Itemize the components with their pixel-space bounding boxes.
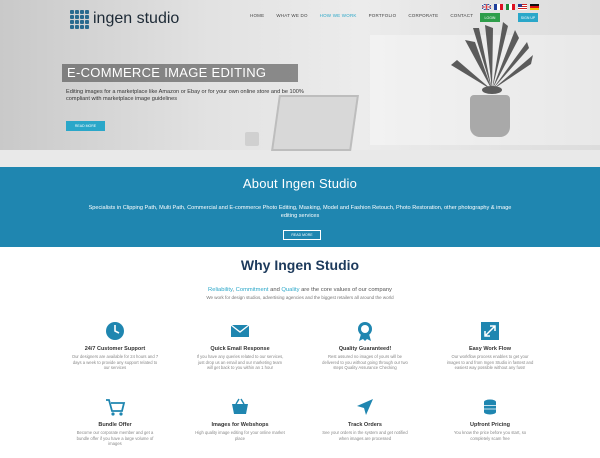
background-mug — [245, 132, 259, 146]
tagline-commitment: Commitment — [235, 287, 269, 293]
feature-title: Easy Work Flow — [468, 346, 512, 352]
tagline-separator-2: and — [268, 287, 282, 293]
feature-title: 24/7 Customer Support — [84, 346, 146, 352]
nav-corporate[interactable]: CORPORATE — [408, 13, 438, 18]
about-section: About Ingen Studio Specialists in Clippi… — [0, 167, 600, 247]
basket-icon — [229, 396, 251, 418]
feature-desc: Become our corporate member and get a bu… — [76, 430, 154, 446]
feature-card: Bundle Offer Become our corporate member… — [70, 396, 160, 447]
why-tagline: Reliability, Commitment and Quality are … — [0, 287, 600, 293]
feature-desc: See your orders in the system and get no… — [322, 430, 408, 441]
about-text: Specialists in Clipping Path, Multi Path… — [88, 205, 512, 219]
uk-flag-icon[interactable] — [482, 4, 491, 10]
feature-card: Quick Email Response If you have any que… — [195, 320, 285, 371]
background-plant — [451, 22, 533, 94]
envelope-icon — [229, 320, 251, 342]
expand-icon — [479, 320, 501, 342]
why-title: Why Ingen Studio — [240, 257, 360, 273]
about-title: About Ingen Studio — [242, 176, 358, 191]
coins-icon — [479, 396, 501, 418]
why-subline: We work for design studios, advertising … — [206, 295, 394, 300]
auth-buttons: LOGIN SIGN UP — [480, 13, 538, 22]
medal-icon — [354, 320, 376, 342]
feature-card: Quality Guaranteed! Rest assured no imag… — [320, 320, 410, 371]
hero-banner: ingen studio HOME WHAT WE DO HOW WE WORK… — [0, 0, 600, 167]
feature-card: Images for Webshops High quality image e… — [195, 396, 285, 441]
signup-button[interactable]: SIGN UP — [518, 13, 538, 22]
login-button[interactable]: LOGIN — [480, 13, 500, 22]
feature-desc: You know the price before you start, so … — [453, 430, 527, 441]
hero-read-more-button[interactable]: READ MORE — [66, 121, 105, 131]
feature-title: Quick Email Response — [210, 346, 270, 352]
brand-name: ingen studio — [93, 10, 180, 27]
clock-icon — [104, 320, 126, 342]
nav-contact[interactable]: CONTACT — [450, 13, 473, 18]
feature-desc: Our workflow process enables to get your… — [446, 354, 534, 370]
feature-title: Upfront Pricing — [469, 422, 511, 428]
hero-title: E-COMMERCE IMAGE EDITING — [62, 64, 298, 82]
tagline-rest: are the core values of our company — [299, 287, 392, 293]
logo-grid-icon — [70, 10, 89, 29]
feature-card: Track Orders See your orders in the syst… — [320, 396, 410, 441]
about-read-more-button[interactable]: READ MORE — [283, 230, 321, 240]
location-arrow-icon — [354, 396, 376, 418]
feature-desc: Rest assured no images of yours will be … — [322, 354, 408, 370]
italy-flag-icon[interactable] — [506, 4, 515, 10]
background-pot — [470, 95, 510, 137]
feature-desc: High quality image editing for your onli… — [195, 430, 285, 441]
feature-desc: If you have any queries related to our s… — [196, 354, 284, 370]
background-laptop — [271, 95, 359, 151]
hero-subtitle: Editing images for a marketplace like Am… — [66, 89, 304, 102]
feature-title: Images for Webshops — [211, 422, 269, 428]
tagline-reliability: Reliability — [208, 287, 233, 293]
feature-desc: Our designers are available for 24 hours… — [71, 354, 159, 370]
nav-home[interactable]: HOME — [250, 13, 264, 18]
feature-title: Quality Guaranteed! — [338, 346, 392, 352]
nav-what-we-do[interactable]: WHAT WE DO — [276, 13, 307, 18]
language-flags — [482, 4, 539, 10]
germany-flag-icon[interactable] — [530, 4, 539, 10]
nav-portfolio[interactable]: PORTFOLIO — [369, 13, 397, 18]
tagline-quality: Quality — [281, 287, 300, 293]
usa-flag-icon[interactable] — [518, 4, 527, 10]
background-desk — [0, 150, 600, 167]
feature-card: Upfront Pricing You know the price befor… — [445, 396, 535, 441]
brand-logo[interactable]: ingen studio — [70, 10, 180, 29]
cart-icon — [104, 396, 126, 418]
feature-card: Easy Work Flow Our workflow process enab… — [445, 320, 535, 371]
feature-title: Bundle Offer — [98, 422, 132, 428]
main-nav: HOME WHAT WE DO HOW WE WORK PORTFOLIO CO… — [250, 13, 473, 18]
feature-title: Track Orders — [348, 422, 382, 428]
france-flag-icon[interactable] — [494, 4, 503, 10]
nav-how-we-work[interactable]: HOW WE WORK — [320, 13, 357, 18]
feature-card: 24/7 Customer Support Our designers are … — [70, 320, 160, 371]
